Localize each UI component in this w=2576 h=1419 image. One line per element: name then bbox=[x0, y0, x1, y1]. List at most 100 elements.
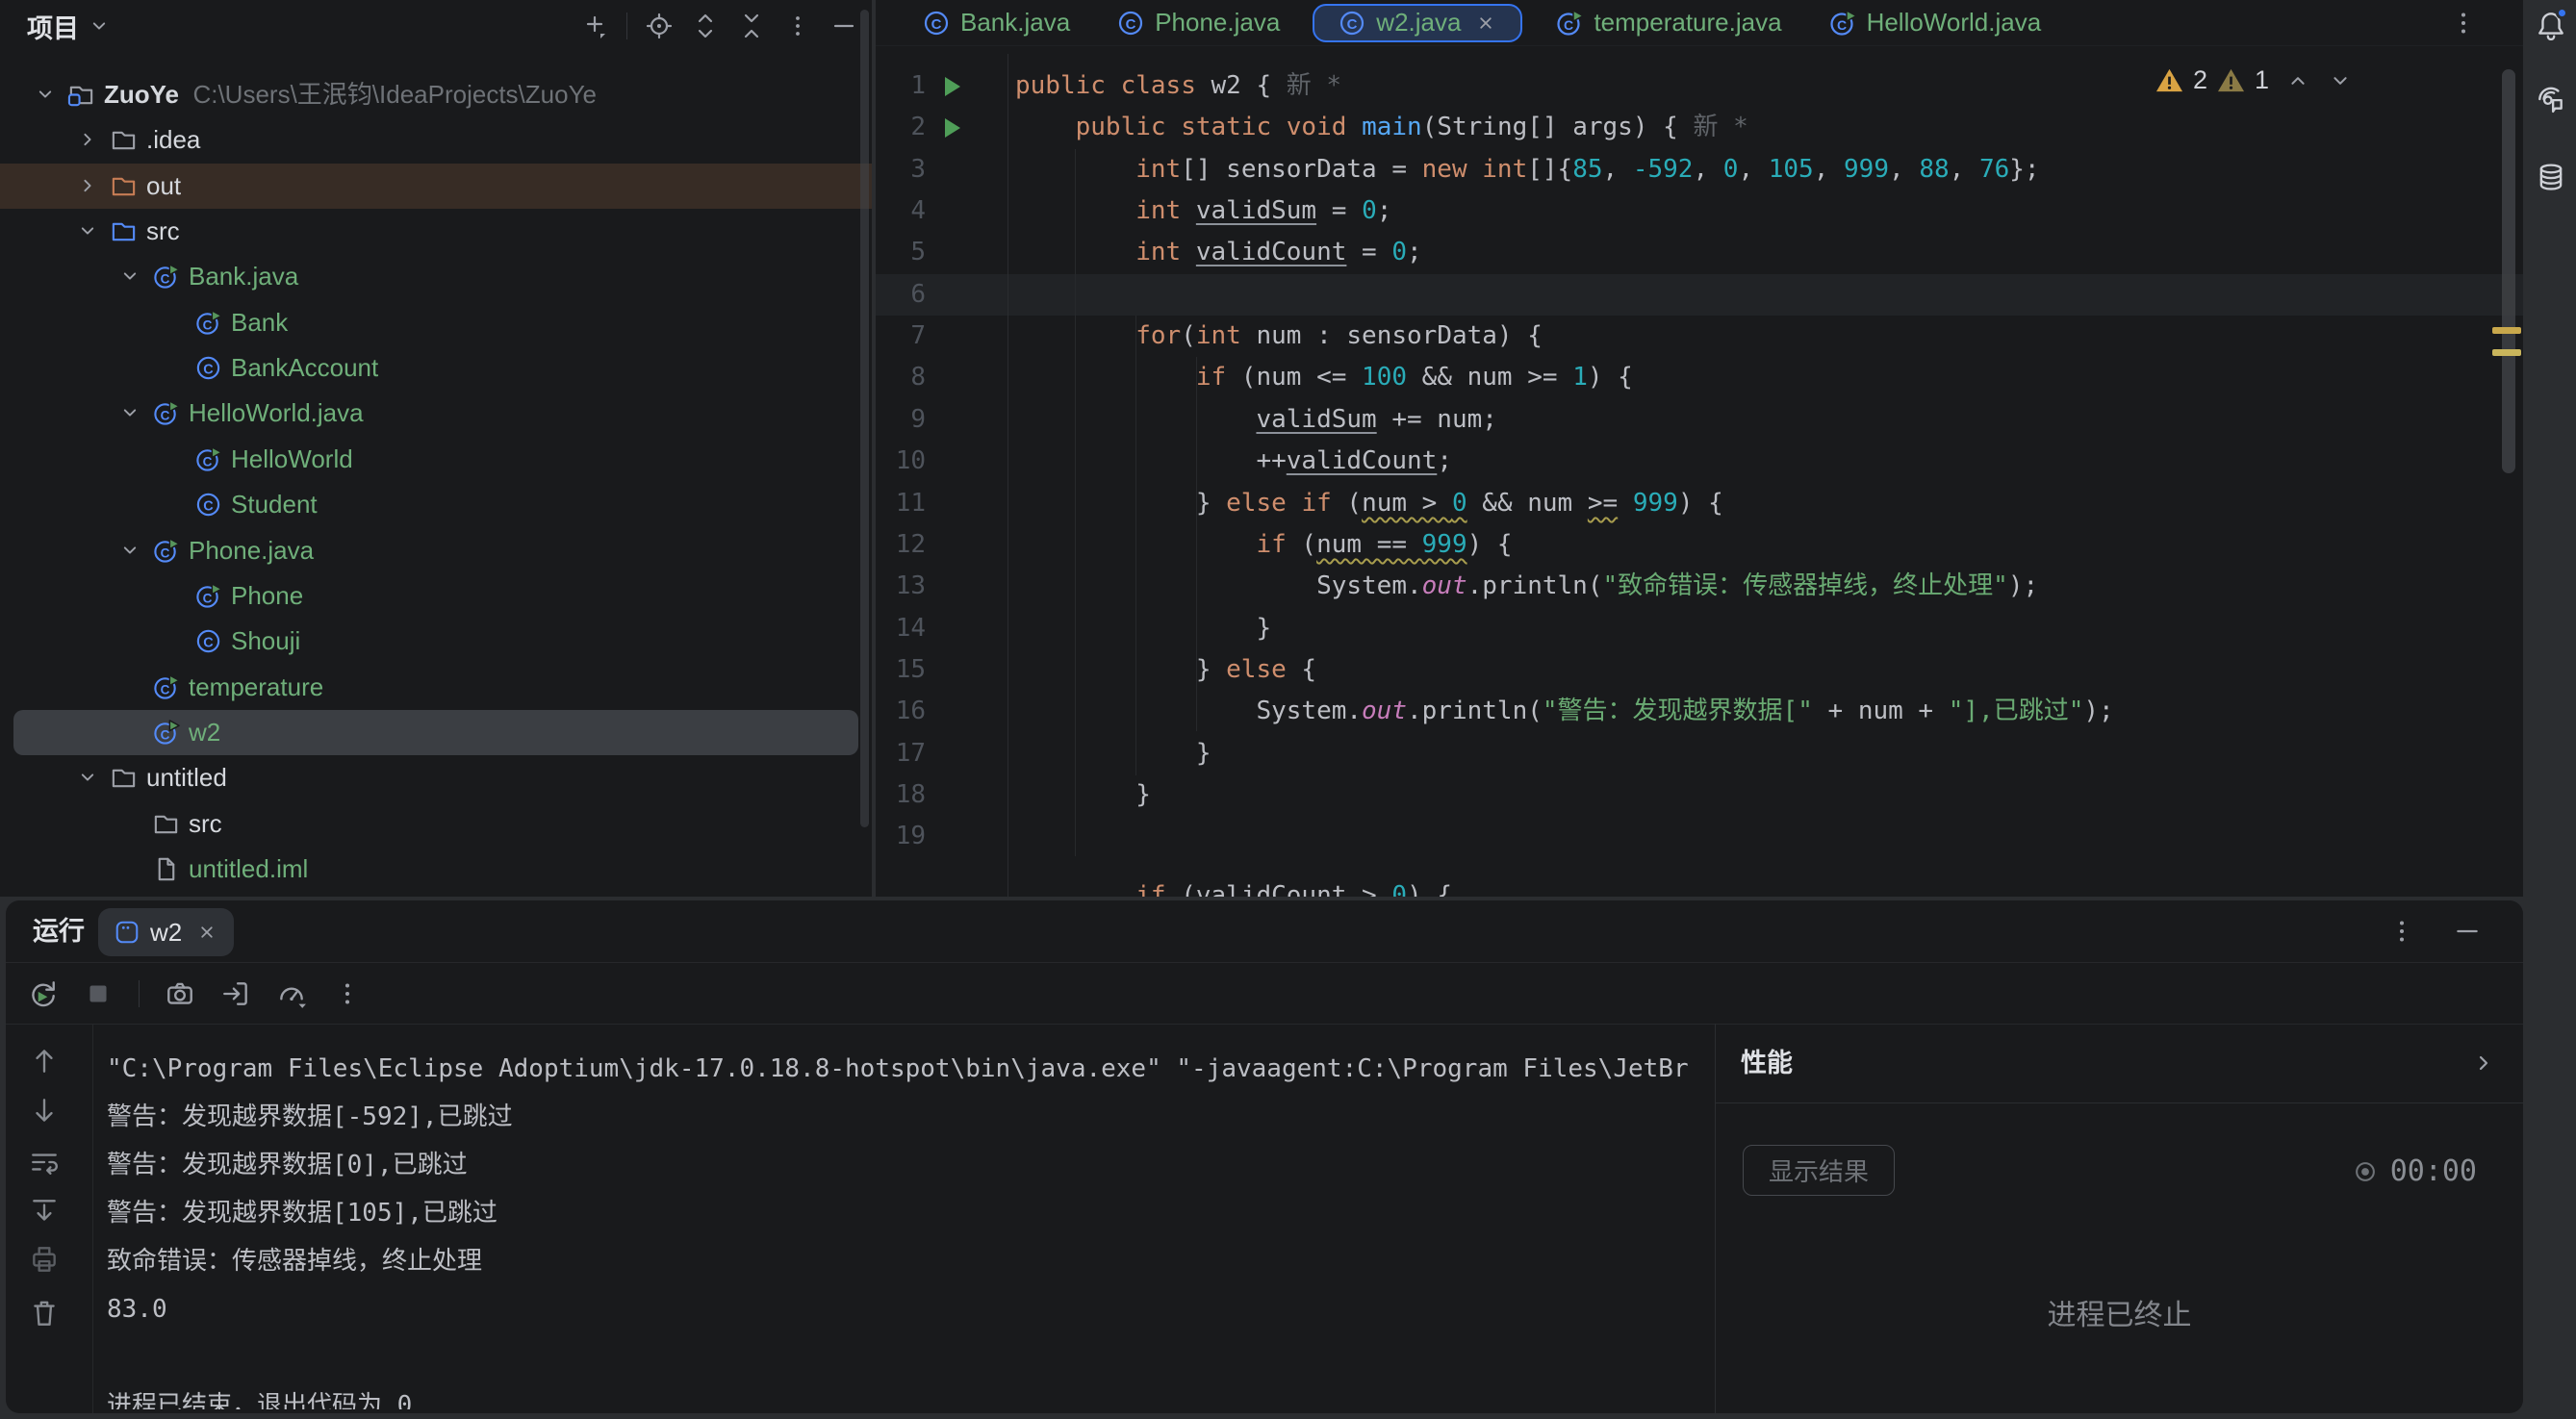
run-gutter-icon[interactable] bbox=[937, 114, 966, 142]
code-line-17[interactable]: } bbox=[1015, 733, 1211, 774]
tree-item-out[interactable]: out bbox=[0, 164, 872, 209]
editor-tab-phone-java[interactable]: CPhone.java bbox=[1093, 0, 1303, 46]
tree-item-bankaccount[interactable]: CBankAccount bbox=[0, 345, 872, 391]
close-icon[interactable] bbox=[1474, 12, 1497, 35]
tree-item-student[interactable]: CStudent bbox=[0, 482, 872, 527]
editor-scrollbar[interactable] bbox=[2502, 69, 2515, 473]
tree-item-phone[interactable]: CPhone bbox=[0, 573, 872, 619]
scrollbar-warning-mark[interactable] bbox=[2492, 327, 2521, 334]
indent-guide bbox=[1135, 316, 1136, 775]
code-line-5[interactable]: int validCount = 0; bbox=[1015, 232, 1422, 273]
down-icon[interactable] bbox=[29, 1096, 60, 1127]
tree-scrollbar[interactable] bbox=[860, 10, 869, 827]
chevron-down-icon[interactable] bbox=[75, 218, 100, 243]
code-line-14[interactable]: } bbox=[1015, 608, 1271, 649]
tree-item-bank[interactable]: CBank bbox=[0, 300, 872, 345]
code-line-3[interactable]: int[] sensorData = new int[]{85, -592, 0… bbox=[1015, 149, 2040, 190]
profiler-icon[interactable] bbox=[276, 978, 307, 1009]
editor-tab-w2-java[interactable]: Cw2.java bbox=[1313, 4, 1522, 42]
editor-tab-bank-java[interactable]: CBank.java bbox=[899, 0, 1093, 46]
chevron-down-icon[interactable] bbox=[33, 82, 58, 107]
folder-icon bbox=[110, 764, 138, 792]
tab-overflow-more-icon[interactable] bbox=[2448, 8, 2479, 38]
tree-item-shouji[interactable]: CShouji bbox=[0, 619, 872, 664]
project-toolbar bbox=[580, 0, 858, 52]
code-line-7[interactable]: for(int num : sensorData) { bbox=[1015, 316, 1543, 357]
run-panel-more-icon[interactable] bbox=[2386, 916, 2417, 947]
expand-all-icon[interactable] bbox=[691, 12, 720, 40]
rerun-icon[interactable] bbox=[27, 978, 58, 1009]
more-icon[interactable] bbox=[783, 12, 812, 40]
code-line-9[interactable]: validSum += num; bbox=[1015, 399, 1497, 441]
code-line-4[interactable]: int validSum = 0; bbox=[1015, 190, 1391, 232]
attach-icon[interactable] bbox=[220, 978, 251, 1009]
tree-item-helloworld[interactable]: CHelloWorld bbox=[0, 437, 872, 482]
more-icon[interactable] bbox=[332, 978, 363, 1009]
tree-item-label: Phone bbox=[231, 573, 303, 619]
run-gutter-icon[interactable] bbox=[937, 72, 966, 101]
notifications-bell-icon[interactable] bbox=[2536, 10, 2566, 40]
project-title[interactable]: 项目 bbox=[27, 8, 79, 45]
code-line-18[interactable]: } bbox=[1015, 774, 1151, 816]
editor-tab-helloworld-java[interactable]: CHelloWorld.java bbox=[1805, 0, 2065, 46]
tree-item-zuoye[interactable]: ZuoYe C:\Users\王泯钧\IdeaProjects\ZuoYe bbox=[0, 72, 872, 117]
console-output[interactable]: "C:\Program Files\Eclipse Adoptium\jdk-1… bbox=[107, 1045, 1709, 1409]
add-icon[interactable] bbox=[580, 12, 609, 40]
run-panel-minimize-icon[interactable] bbox=[2452, 916, 2483, 947]
tree-item-temperature[interactable]: Ctemperature bbox=[0, 665, 872, 710]
tree-item-w2[interactable]: Cw2 bbox=[0, 710, 872, 755]
code-line-2[interactable]: public static void main(String[] args) {… bbox=[1015, 107, 1748, 148]
tree-item-untitled[interactable]: untitled bbox=[0, 755, 872, 800]
database-icon[interactable] bbox=[2536, 162, 2566, 192]
stop-icon[interactable] bbox=[83, 978, 114, 1009]
chevron-right-icon[interactable] bbox=[75, 173, 100, 198]
chevron-right-icon[interactable] bbox=[2469, 1049, 2498, 1077]
tree-item-src[interactable]: src bbox=[0, 209, 872, 254]
code-line-15[interactable]: } else { bbox=[1015, 649, 1316, 691]
soft-wrap-icon[interactable] bbox=[29, 1147, 60, 1178]
collapse-all-icon[interactable] bbox=[737, 12, 766, 40]
tree-item-untitled-iml[interactable]: untitled.iml bbox=[0, 847, 872, 892]
svg-text:C: C bbox=[203, 317, 213, 332]
tree-item-src[interactable]: src bbox=[0, 801, 872, 847]
tree-item-label: w2 bbox=[189, 710, 220, 755]
code-area[interactable]: 1public class w2 { 新 *2 public static vo… bbox=[876, 46, 2523, 897]
tree-item--idea[interactable]: .idea bbox=[0, 117, 872, 163]
show-results-button[interactable]: 显示结果 bbox=[1743, 1145, 1895, 1196]
minimize-icon[interactable] bbox=[829, 12, 858, 40]
ai-assistant-icon[interactable] bbox=[2536, 83, 2566, 114]
chevron-down-icon[interactable] bbox=[117, 538, 142, 563]
code-line-13[interactable]: System.out.println("致命错误：传感器掉线，终止处理"); bbox=[1015, 566, 2038, 607]
chevron-down-icon[interactable] bbox=[87, 13, 112, 38]
clear-icon[interactable] bbox=[29, 1298, 60, 1329]
scrollbar-warning-mark[interactable] bbox=[2492, 349, 2521, 356]
code-line-12[interactable]: if (num == 999) { bbox=[1015, 524, 1513, 566]
tree-item-helloworld-java[interactable]: CHelloWorld.java bbox=[0, 391, 872, 436]
tree-item-phone-java[interactable]: CPhone.java bbox=[0, 528, 872, 573]
line-number: 4 bbox=[876, 190, 926, 232]
chevron-down-icon[interactable] bbox=[117, 400, 142, 425]
scroll-end-icon[interactable] bbox=[29, 1196, 60, 1227]
run-tab-w2[interactable]: w2 bbox=[98, 908, 234, 956]
locate-icon[interactable] bbox=[645, 12, 674, 40]
up-icon[interactable] bbox=[29, 1045, 60, 1076]
editor-tab-temperature-java[interactable]: Ctemperature.java bbox=[1532, 0, 1804, 46]
code-line-1[interactable]: public class w2 { 新 * bbox=[1015, 65, 1341, 107]
code-line-10[interactable]: ++validCount; bbox=[1015, 441, 1452, 482]
svg-text:C: C bbox=[203, 362, 214, 377]
tree-item-bank-java[interactable]: CBank.java bbox=[0, 254, 872, 299]
close-icon[interactable] bbox=[195, 921, 218, 944]
chevron-right-icon[interactable] bbox=[75, 127, 100, 152]
tree-item-label: temperature bbox=[189, 665, 323, 710]
line-number: 1 bbox=[876, 65, 926, 107]
run-title[interactable]: 运行 bbox=[33, 900, 85, 962]
print-icon[interactable] bbox=[29, 1244, 60, 1275]
code-line-partial[interactable]: if (validCount > 0) { bbox=[1015, 875, 1452, 897]
camera-icon[interactable] bbox=[165, 978, 195, 1009]
svg-text:C: C bbox=[931, 16, 942, 33]
code-line-11[interactable]: } else if (num > 0 && num >= 999) { bbox=[1015, 483, 1723, 524]
code-line-16[interactable]: System.out.println("警告：发现越界数据[" + num + … bbox=[1015, 691, 2114, 732]
code-line-8[interactable]: if (num <= 100 && num >= 1) { bbox=[1015, 357, 1633, 398]
chevron-down-icon[interactable] bbox=[117, 264, 142, 289]
chevron-down-icon[interactable] bbox=[75, 765, 100, 790]
